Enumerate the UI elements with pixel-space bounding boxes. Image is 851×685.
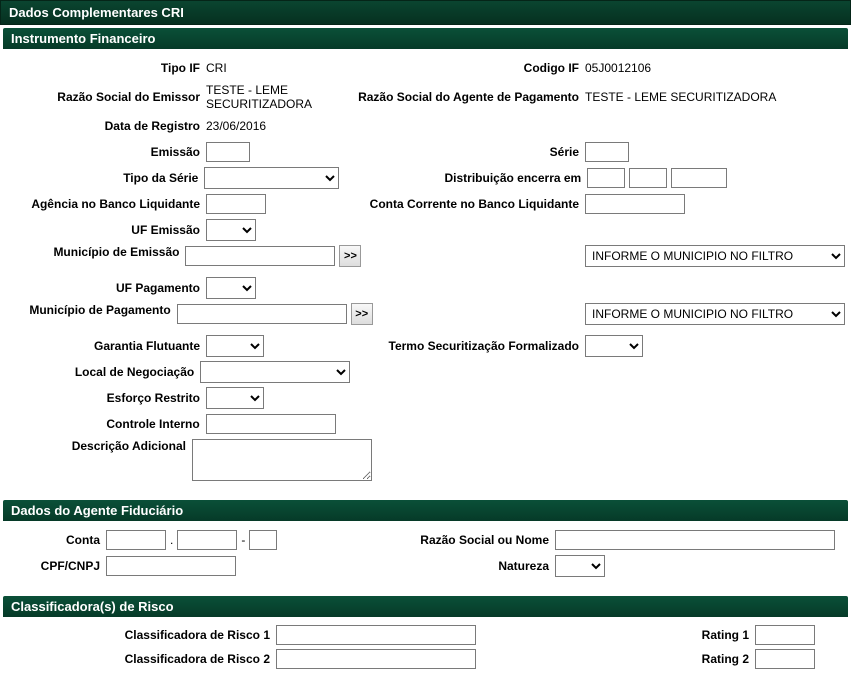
tipo-serie-label: Tipo da Série [6, 171, 204, 185]
cr2-input[interactable] [276, 649, 476, 669]
municipio-pagamento-label: Município de Pagamento [6, 303, 177, 317]
razao-agente-value: TESTE - LEME SECURITIZADORA [585, 90, 776, 104]
termo-label: Termo Securitização Formalizado [335, 339, 585, 353]
codigo-if-value: 05J0012106 [585, 61, 651, 75]
distrib-ano-input[interactable] [671, 168, 727, 188]
cr1-label: Classificadora de Risco 1 [6, 628, 276, 642]
cpf-label: CPF/CNPJ [6, 559, 106, 573]
agencia-label: Agência no Banco Liquidante [6, 197, 206, 211]
emissao-label: Emissão [6, 145, 206, 159]
tipo-if-value: CRI [206, 61, 227, 75]
garantia-label: Garantia Flutuante [6, 339, 206, 353]
instrumento-header: Instrumento Financeiro [3, 28, 848, 49]
garantia-select[interactable] [206, 335, 264, 357]
natureza-label: Natureza [395, 559, 555, 573]
razao-emissor-label: Razão Social do Emissor [6, 90, 206, 104]
agencia-input[interactable] [206, 194, 266, 214]
distrib-mes-input[interactable] [629, 168, 667, 188]
municipio-pagamento-input[interactable] [177, 304, 347, 324]
r1-input[interactable] [755, 625, 815, 645]
cpf-input[interactable] [106, 556, 236, 576]
descricao-textarea[interactable] [192, 439, 372, 481]
serie-label: Série [335, 145, 585, 159]
razao-nome-input[interactable] [555, 530, 835, 550]
conta-p1-input[interactable] [106, 530, 166, 550]
esforco-select[interactable] [206, 387, 264, 409]
uf-pagamento-label: UF Pagamento [6, 281, 206, 295]
controle-label: Controle Interno [6, 417, 206, 431]
cr2-label: Classificadora de Risco 2 [6, 652, 276, 666]
classificadora-content: Classificadora de Risco 1 Rating 1 Class… [0, 617, 851, 685]
agente-content: Conta . - Razão Social ou Nome CPF/CNPJ … [0, 521, 851, 593]
conta-corrente-label: Conta Corrente no Banco Liquidante [335, 197, 585, 211]
municipio-emissao-label: Município de Emissão [6, 245, 185, 259]
serie-input[interactable] [585, 142, 629, 162]
esforco-label: Esforço Restrito [6, 391, 206, 405]
r1-label: Rating 1 [635, 628, 755, 642]
municipio-emissao-filtro-select[interactable]: INFORME O MUNICIPIO NO FILTRO [585, 245, 845, 267]
data-registro-label: Data de Registro [6, 119, 206, 133]
distrib-label: Distribuição encerra em [339, 171, 587, 185]
tipo-serie-select[interactable] [204, 167, 339, 189]
municipio-pagamento-filtro-select[interactable]: INFORME O MUNICIPIO NO FILTRO [585, 303, 845, 325]
cr1-input[interactable] [276, 625, 476, 645]
municipio-pagamento-search-button[interactable]: >> [351, 303, 373, 325]
main-header: Dados Complementares CRI [0, 0, 851, 25]
codigo-if-label: Codigo IF [335, 61, 585, 75]
municipio-emissao-search-button[interactable]: >> [339, 245, 361, 267]
local-neg-select[interactable] [200, 361, 350, 383]
natureza-select[interactable] [555, 555, 605, 577]
tipo-if-label: Tipo IF [6, 61, 206, 75]
r2-label: Rating 2 [635, 652, 755, 666]
uf-pagamento-select[interactable] [206, 277, 256, 299]
razao-nome-label: Razão Social ou Nome [395, 533, 555, 547]
razao-agente-label: Razão Social do Agente de Pagamento [335, 90, 585, 104]
termo-select[interactable] [585, 335, 643, 357]
conta-p2-input[interactable] [177, 530, 237, 550]
r2-input[interactable] [755, 649, 815, 669]
conta-label: Conta [6, 533, 106, 547]
conta-corrente-input[interactable] [585, 194, 685, 214]
data-registro-value: 23/06/2016 [206, 119, 266, 133]
local-neg-label: Local de Negociação [6, 365, 200, 379]
instrumento-content: Tipo IF CRI Codigo IF 05J0012106 Razão S… [0, 49, 851, 497]
descricao-label: Descrição Adicional [6, 439, 192, 453]
municipio-emissao-input[interactable] [185, 246, 335, 266]
conta-p3-input[interactable] [249, 530, 277, 550]
emissao-input[interactable] [206, 142, 250, 162]
uf-emissao-select[interactable] [206, 219, 256, 241]
agente-header: Dados do Agente Fiduciário [3, 500, 848, 521]
controle-input[interactable] [206, 414, 336, 434]
razao-emissor-value: TESTE - LEME SECURITIZADORA [206, 83, 335, 111]
distrib-dia-input[interactable] [587, 168, 625, 188]
uf-emissao-label: UF Emissão [6, 223, 206, 237]
classificadora-header: Classificadora(s) de Risco [3, 596, 848, 617]
